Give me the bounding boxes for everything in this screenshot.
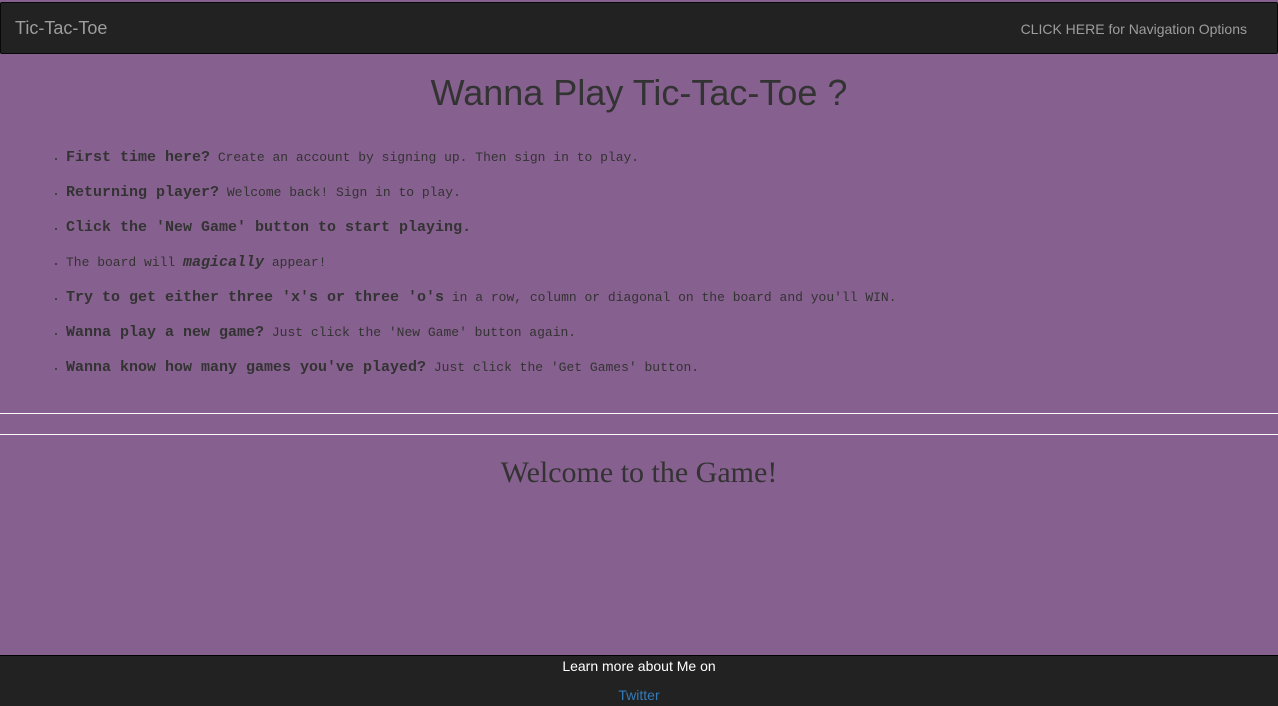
- brand-link[interactable]: Tic-Tac-Toe: [15, 18, 107, 39]
- item-bold: Returning player?: [66, 184, 220, 201]
- navigation-options-link[interactable]: CLICK HERE for Navigation Options: [1021, 21, 1247, 37]
- item-bold: Wanna know how many games you've played?: [66, 359, 427, 376]
- footer: Learn more about Me on Twitter: [0, 655, 1278, 706]
- instructions-list: First time here? Create an account by si…: [48, 146, 897, 391]
- item-bold: Try to get either three 'x's or three 'o…: [66, 289, 445, 306]
- item-text: appear!: [264, 255, 327, 270]
- item-text: Just click the 'Get Games' button.: [426, 360, 700, 375]
- divider: [0, 413, 1278, 414]
- item-text: in a row, column or diagonal on the boar…: [444, 290, 897, 305]
- list-item: Wanna know how many games you've played?…: [66, 356, 897, 391]
- footer-text: Learn more about Me on: [562, 658, 716, 674]
- list-item: The board will magically appear!: [66, 251, 897, 286]
- page-title: Wanna Play Tic-Tac-Toe ?: [430, 72, 848, 113]
- game-message: Welcome to the Game!: [500, 456, 778, 489]
- list-item: Returning player? Welcome back! Sign in …: [66, 181, 897, 216]
- item-bold: Wanna play a new game?: [66, 324, 265, 341]
- list-item: Click the 'New Game' button to start pla…: [66, 216, 897, 251]
- list-item: First time here? Create an account by si…: [66, 146, 897, 181]
- item-bold: Click the 'New Game' button to start pla…: [66, 219, 472, 236]
- item-bold: First time here?: [66, 149, 211, 166]
- list-item: Try to get either three 'x's or three 'o…: [66, 286, 897, 321]
- divider: [0, 434, 1278, 435]
- item-text: Create an account by signing up. Then si…: [210, 150, 640, 165]
- item-text: The board will: [66, 255, 184, 270]
- twitter-link[interactable]: Twitter: [0, 687, 1278, 703]
- item-text: Just click the 'New Game' button again.: [264, 325, 577, 340]
- item-text: Welcome back! Sign in to play.: [219, 185, 461, 200]
- navbar: Tic-Tac-Toe CLICK HERE for Navigation Op…: [0, 2, 1278, 54]
- item-emphasis: magically: [183, 254, 265, 271]
- list-item: Wanna play a new game? Just click the 'N…: [66, 321, 897, 356]
